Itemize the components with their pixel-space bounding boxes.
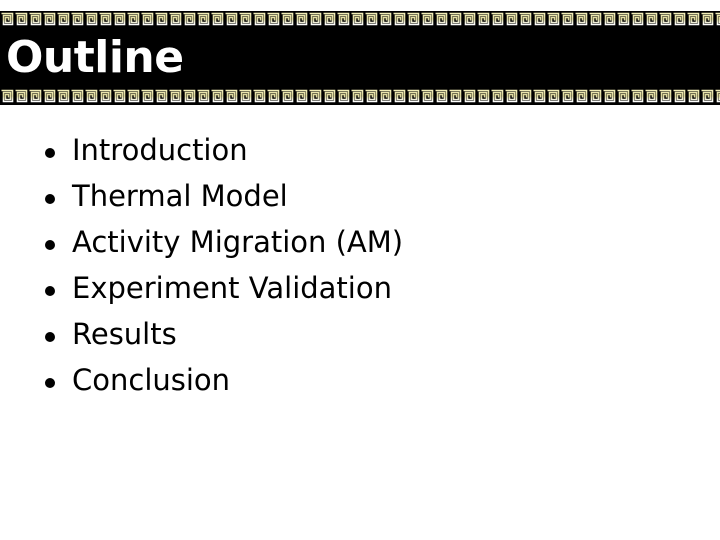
list-item-label: Introduction <box>72 133 248 167</box>
list-item-label: Conclusion <box>72 363 231 397</box>
list-item: Thermal Model <box>42 176 403 222</box>
list-item-label: Thermal Model <box>72 179 288 213</box>
slide-title: Outline <box>6 32 184 83</box>
list-item: Activity Migration (AM) <box>42 222 403 268</box>
list-item-label: Experiment Validation <box>72 271 392 305</box>
outline-list: Introduction Thermal Model Activity Migr… <box>42 130 403 406</box>
bullet-icon <box>45 286 55 296</box>
bullet-icon <box>45 332 55 342</box>
greek-key-border-bottom <box>0 88 720 104</box>
list-item: Conclusion <box>42 360 403 406</box>
greek-key-border-top <box>0 11 720 27</box>
bullet-icon <box>45 378 55 388</box>
bullet-icon <box>45 194 55 204</box>
title-banner: Outline <box>0 11 720 105</box>
list-item: Results <box>42 314 403 360</box>
list-item: Introduction <box>42 130 403 176</box>
bullet-icon <box>45 148 55 158</box>
bullet-icon <box>45 240 55 250</box>
list-item-label: Activity Migration (AM) <box>72 225 404 259</box>
list-item-label: Results <box>72 317 177 351</box>
list-item: Experiment Validation <box>42 268 403 314</box>
